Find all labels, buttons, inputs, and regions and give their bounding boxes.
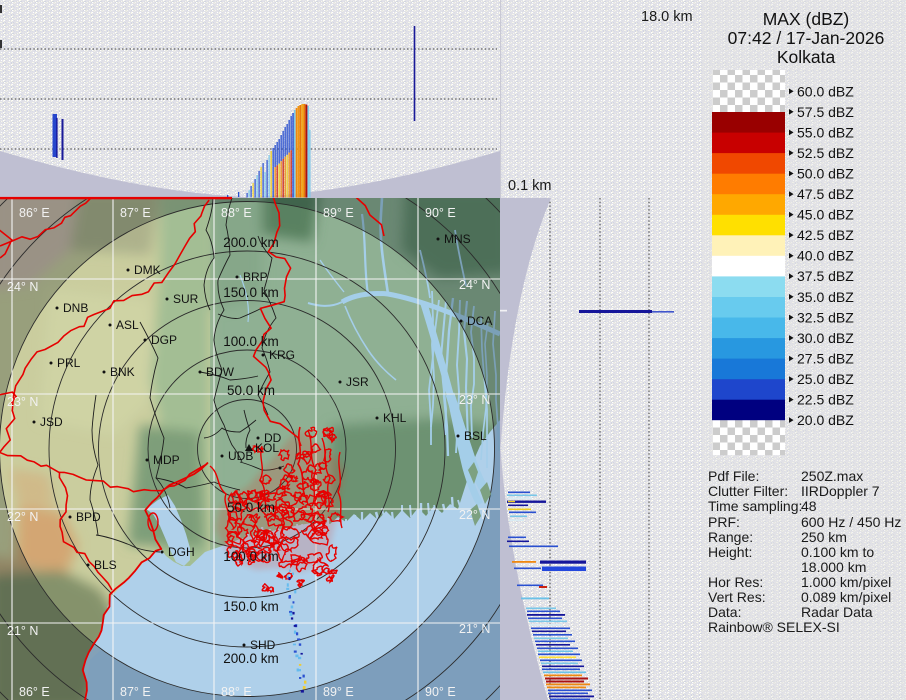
svg-text:37.5 dBZ: 37.5 dBZ [797,268,854,284]
svg-text:21° N: 21° N [459,622,490,636]
svg-text:BRP: BRP [243,270,268,284]
svg-text:MDP: MDP [153,453,180,467]
svg-text:50.0 km: 50.0 km [227,500,275,515]
svg-text:DGH: DGH [168,545,195,559]
svg-text:Clutter Filter:: Clutter Filter: [708,483,788,499]
svg-text:Range:: Range: [708,529,753,545]
svg-text:UDB: UDB [228,449,253,463]
svg-text:45.0 dBZ: 45.0 dBZ [797,207,854,223]
svg-text:55.0 dBZ: 55.0 dBZ [797,124,854,140]
svg-text:Height:: Height: [708,544,752,560]
svg-text:BLS: BLS [94,558,117,572]
svg-text:Hor Res:: Hor Res: [708,574,763,590]
svg-text:18.000 km: 18.000 km [801,559,866,575]
svg-text:ASL: ASL [116,318,139,332]
svg-text:24° N: 24° N [459,278,490,292]
svg-text:250Z.max: 250Z.max [801,468,863,484]
svg-text:DCA: DCA [467,314,492,328]
svg-text:SHD: SHD [250,638,276,652]
svg-text:100.0 km: 100.0 km [223,334,279,349]
svg-text:200.0 km: 200.0 km [223,651,279,666]
svg-text:07:42 / 17-Jan-2026: 07:42 / 17-Jan-2026 [728,28,885,48]
svg-text:50.0 km: 50.0 km [227,383,275,398]
svg-text:42.5 dBZ: 42.5 dBZ [797,227,854,243]
svg-text:KOL: KOL [255,441,279,455]
svg-text:86° E: 86° E [19,685,50,699]
svg-text:48: 48 [801,498,817,514]
svg-text:27.5 dBZ: 27.5 dBZ [797,351,854,367]
svg-text:Rainbow® SELEX-SI: Rainbow® SELEX-SI [708,619,840,635]
svg-text:JSD: JSD [40,415,63,429]
svg-text:250 km: 250 km [801,529,847,545]
svg-text:150.0 km: 150.0 km [223,285,279,300]
svg-text:MAX (dBZ): MAX (dBZ) [763,9,850,29]
svg-text:BSL: BSL [464,429,487,443]
svg-text:Kolkata: Kolkata [777,47,836,67]
svg-text:150.0 km: 150.0 km [223,599,279,614]
svg-text:22° N: 22° N [7,510,38,524]
svg-text:88° E: 88° E [221,206,252,220]
svg-text:Time sampling:: Time sampling: [708,498,802,514]
svg-text:MNS: MNS [444,232,471,246]
svg-text:100.0 km: 100.0 km [223,549,279,564]
svg-text:DNB: DNB [63,301,88,315]
svg-text:60.0 dBZ: 60.0 dBZ [797,83,854,99]
svg-text:PRF:: PRF: [708,514,740,530]
svg-text:25.0 dBZ: 25.0 dBZ [797,371,854,387]
svg-text:52.5 dBZ: 52.5 dBZ [797,145,854,161]
svg-text:KRG: KRG [269,348,295,362]
svg-text:23° N: 23° N [7,395,38,409]
svg-text:30.0 dBZ: 30.0 dBZ [797,330,854,346]
svg-text:0.1 km: 0.1 km [508,178,552,194]
svg-text:Data:: Data: [708,604,741,620]
svg-text:BPD: BPD [76,510,101,524]
svg-text:Radar Data: Radar Data [801,604,873,620]
svg-text:24° N: 24° N [7,280,38,294]
svg-text:35.0 dBZ: 35.0 dBZ [797,289,854,305]
svg-text:47.5 dBZ: 47.5 dBZ [797,186,854,202]
svg-text:0.089 km/pixel: 0.089 km/pixel [801,589,891,605]
svg-text:Vert Res:: Vert Res: [708,589,766,605]
svg-text:DMK: DMK [134,263,161,277]
svg-text:57.5 dBZ: 57.5 dBZ [797,104,854,120]
svg-text:Pdf File:: Pdf File: [708,468,759,484]
svg-text:90° E: 90° E [425,685,456,699]
svg-text:89° E: 89° E [323,206,354,220]
svg-text:89° E: 89° E [323,685,354,699]
svg-text:23° N: 23° N [459,393,490,407]
svg-text:20.0 dBZ: 20.0 dBZ [797,412,854,428]
svg-text:BDW: BDW [206,365,235,379]
svg-text:BNK: BNK [110,365,135,379]
svg-text:22° N: 22° N [459,508,490,522]
svg-text:90° E: 90° E [425,206,456,220]
svg-text:SUR: SUR [173,292,199,306]
svg-text:88° E: 88° E [221,685,252,699]
svg-text:0.100 km to: 0.100 km to [801,544,874,560]
svg-text:DGP: DGP [151,333,177,347]
svg-text:1.000 km/pixel: 1.000 km/pixel [801,574,891,590]
svg-text:21° N: 21° N [7,624,38,638]
svg-text:50.0 dBZ: 50.0 dBZ [797,166,854,182]
svg-text:18.0 km: 18.0 km [641,9,693,25]
svg-text:32.5 dBZ: 32.5 dBZ [797,309,854,325]
svg-text:200.0 km: 200.0 km [223,235,279,250]
svg-text:87° E: 87° E [120,685,151,699]
svg-text:87° E: 87° E [120,206,151,220]
svg-text:JSR: JSR [346,375,369,389]
svg-text:86° E: 86° E [19,206,50,220]
svg-text:22.5 dBZ: 22.5 dBZ [797,392,854,408]
svg-text:IIRDoppler 7: IIRDoppler 7 [801,483,880,499]
svg-text:PRL: PRL [57,356,81,370]
svg-text:40.0 dBZ: 40.0 dBZ [797,248,854,264]
svg-text:KHL: KHL [383,411,407,425]
svg-text:600 Hz / 450 Hz: 600 Hz / 450 Hz [801,514,901,530]
